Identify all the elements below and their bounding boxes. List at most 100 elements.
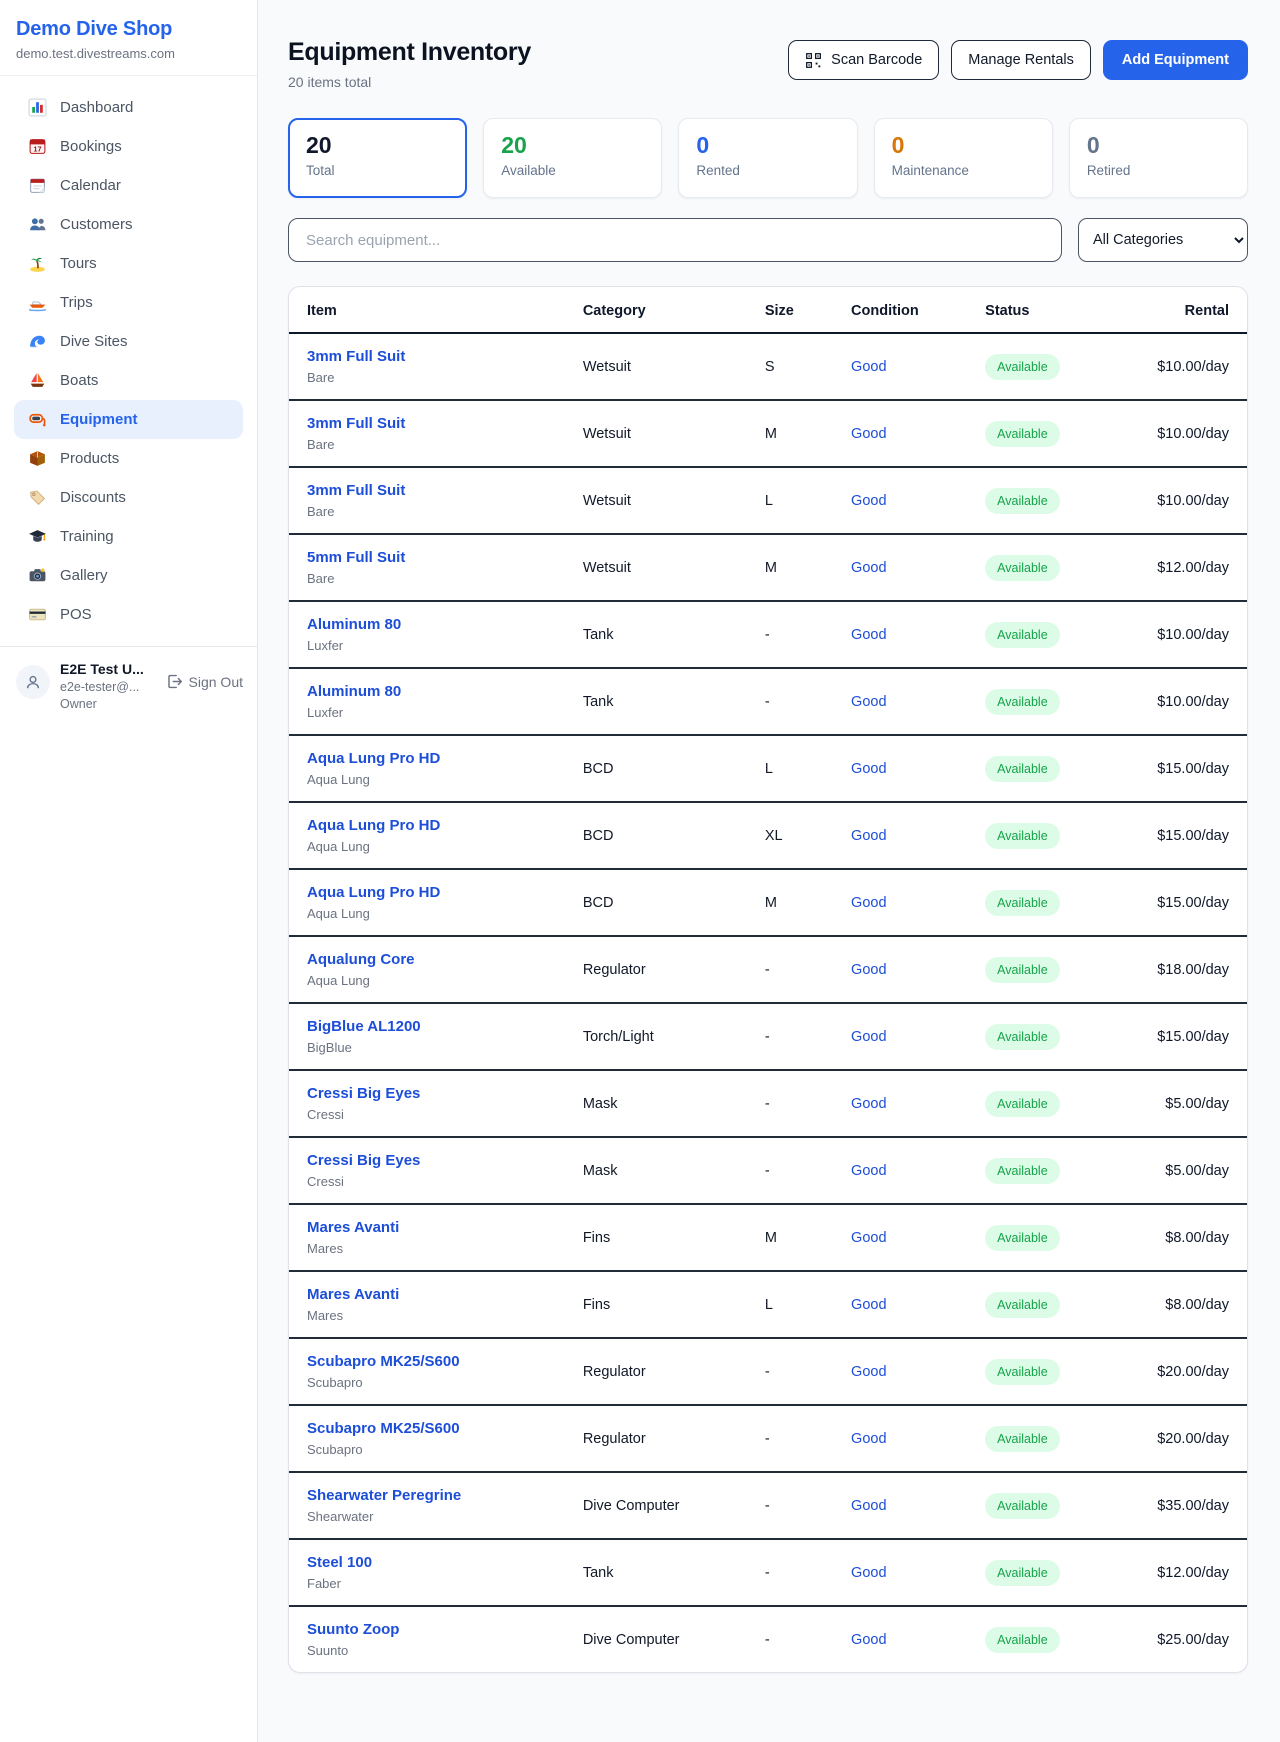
sidebar-item-label: Equipment [60,411,138,428]
item-condition-link[interactable]: Good [851,895,886,911]
item-condition-link[interactable]: Good [851,560,886,576]
item-condition-link[interactable]: Good [851,1364,886,1380]
search-input[interactable] [288,218,1062,262]
sidebar-item-calendar[interactable]: Calendar [14,166,243,205]
column-header-category: Category [567,287,749,333]
item-name-link[interactable]: Steel 100 [307,1554,551,1571]
item-name-link[interactable]: Aluminum 80 [307,683,551,700]
item-name-link[interactable]: 3mm Full Suit [307,415,551,432]
item-rental-rate: $18.00/day [1157,962,1229,978]
status-badge: Available [985,1158,1060,1184]
sidebar-item-training[interactable]: Training [14,517,243,556]
sidebar-item-tours[interactable]: Tours [14,244,243,283]
status-badge: Available [985,1091,1060,1117]
item-condition-link[interactable]: Good [851,493,886,509]
item-name-link[interactable]: Suunto Zoop [307,1621,551,1638]
sidebar-item-label: POS [60,606,92,623]
item-condition-link[interactable]: Good [851,1498,886,1514]
item-category: Torch/Light [583,1029,654,1045]
item-name-link[interactable]: 3mm Full Suit [307,482,551,499]
item-name-link[interactable]: Aqua Lung Pro HD [307,817,551,834]
item-rental-rate: $15.00/day [1157,1029,1229,1045]
item-name-link[interactable]: Scubapro MK25/S600 [307,1353,551,1370]
item-rental-rate: $10.00/day [1157,493,1229,509]
item-category: Dive Computer [583,1498,680,1514]
discounts-icon [28,488,47,507]
item-name-link[interactable]: Cressi Big Eyes [307,1152,551,1169]
stat-card-retired[interactable]: 0 Retired [1069,118,1248,198]
item-condition-link[interactable]: Good [851,359,886,375]
column-header-size: Size [749,287,835,333]
item-name-link[interactable]: Scubapro MK25/S600 [307,1420,551,1437]
sign-out-button[interactable]: Sign Out [166,673,243,690]
item-name-link[interactable]: BigBlue AL1200 [307,1018,551,1035]
sidebar-item-equipment[interactable]: Equipment [14,400,243,439]
item-condition-link[interactable]: Good [851,962,886,978]
item-condition-link[interactable]: Good [851,694,886,710]
sidebar-item-bookings[interactable]: 17 Bookings [14,127,243,166]
item-condition-link[interactable]: Good [851,1230,886,1246]
item-condition-link[interactable]: Good [851,1163,886,1179]
item-condition-link[interactable]: Good [851,1632,886,1648]
manage-rentals-button[interactable]: Manage Rentals [951,40,1091,80]
sidebar-item-customers[interactable]: Customers [14,205,243,244]
status-badge: Available [985,421,1060,447]
sidebar: Demo Dive Shop demo.test.divestreams.com… [0,0,258,1742]
item-condition-link[interactable]: Good [851,1431,886,1447]
item-condition-link[interactable]: Good [851,1096,886,1112]
item-rental-rate: $5.00/day [1165,1096,1229,1112]
item-name-link[interactable]: Aqualung Core [307,951,551,968]
item-rental-rate: $20.00/day [1157,1364,1229,1380]
item-name-link[interactable]: Cressi Big Eyes [307,1085,551,1102]
item-name-link[interactable]: Aqua Lung Pro HD [307,884,551,901]
sidebar-item-trips[interactable]: Trips [14,283,243,322]
item-rental-rate: $10.00/day [1157,426,1229,442]
item-size: XL [765,828,783,844]
item-condition-link[interactable]: Good [851,1565,886,1581]
item-size: M [765,895,777,911]
stat-card-total[interactable]: 20 Total [288,118,467,198]
stat-card-maintenance[interactable]: 0 Maintenance [874,118,1053,198]
add-equipment-button[interactable]: Add Equipment [1103,40,1248,80]
table-row: 3mm Full Suit Bare Wetsuit S Good Availa… [289,333,1247,400]
item-category: Regulator [583,962,646,978]
user-block: E2E Test U... e2e-tester@... Owner Sign … [0,646,257,725]
gallery-icon [28,566,47,585]
sidebar-item-boats[interactable]: Boats [14,361,243,400]
equipment-table: Item Category Size Condition Status Rent… [289,287,1247,1672]
barcode-scan-icon [805,52,822,69]
item-rental-rate: $15.00/day [1157,828,1229,844]
item-size: - [765,1096,770,1112]
item-name-link[interactable]: 3mm Full Suit [307,348,551,365]
scan-barcode-button[interactable]: Scan Barcode [788,40,939,80]
items-total: 20 items total [288,74,531,90]
table-header-row: Item Category Size Condition Status Rent… [289,287,1247,333]
category-select[interactable]: All Categories [1078,218,1248,262]
item-condition-link[interactable]: Good [851,1297,886,1313]
item-condition-link[interactable]: Good [851,828,886,844]
item-name-link[interactable]: 5mm Full Suit [307,549,551,566]
item-condition-link[interactable]: Good [851,1029,886,1045]
item-name-link[interactable]: Aqua Lung Pro HD [307,750,551,767]
sidebar-item-discounts[interactable]: Discounts [14,478,243,517]
sidebar-item-dashboard[interactable]: Dashboard [14,88,243,127]
item-name-link[interactable]: Aluminum 80 [307,616,551,633]
sidebar-item-gallery[interactable]: Gallery [14,556,243,595]
item-condition-link[interactable]: Good [851,761,886,777]
status-badge: Available [985,823,1060,849]
bookings-icon: 17 [28,137,47,156]
sidebar-item-label: Products [60,450,119,467]
item-name-link[interactable]: Shearwater Peregrine [307,1487,551,1504]
scan-barcode-label: Scan Barcode [831,52,922,68]
stat-card-available[interactable]: 20 Available [483,118,662,198]
sidebar-item-pos[interactable]: POS [14,595,243,634]
item-name-link[interactable]: Mares Avanti [307,1286,551,1303]
item-name-link[interactable]: Mares Avanti [307,1219,551,1236]
table-row: Aqua Lung Pro HD Aqua Lung BCD M Good Av… [289,869,1247,936]
item-condition-link[interactable]: Good [851,627,886,643]
stat-card-rented[interactable]: 0 Rented [678,118,857,198]
item-condition-link[interactable]: Good [851,426,886,442]
sidebar-item-products[interactable]: Products [14,439,243,478]
sidebar-item-label: Customers [60,216,133,233]
sidebar-item-dive-sites[interactable]: Dive Sites [14,322,243,361]
